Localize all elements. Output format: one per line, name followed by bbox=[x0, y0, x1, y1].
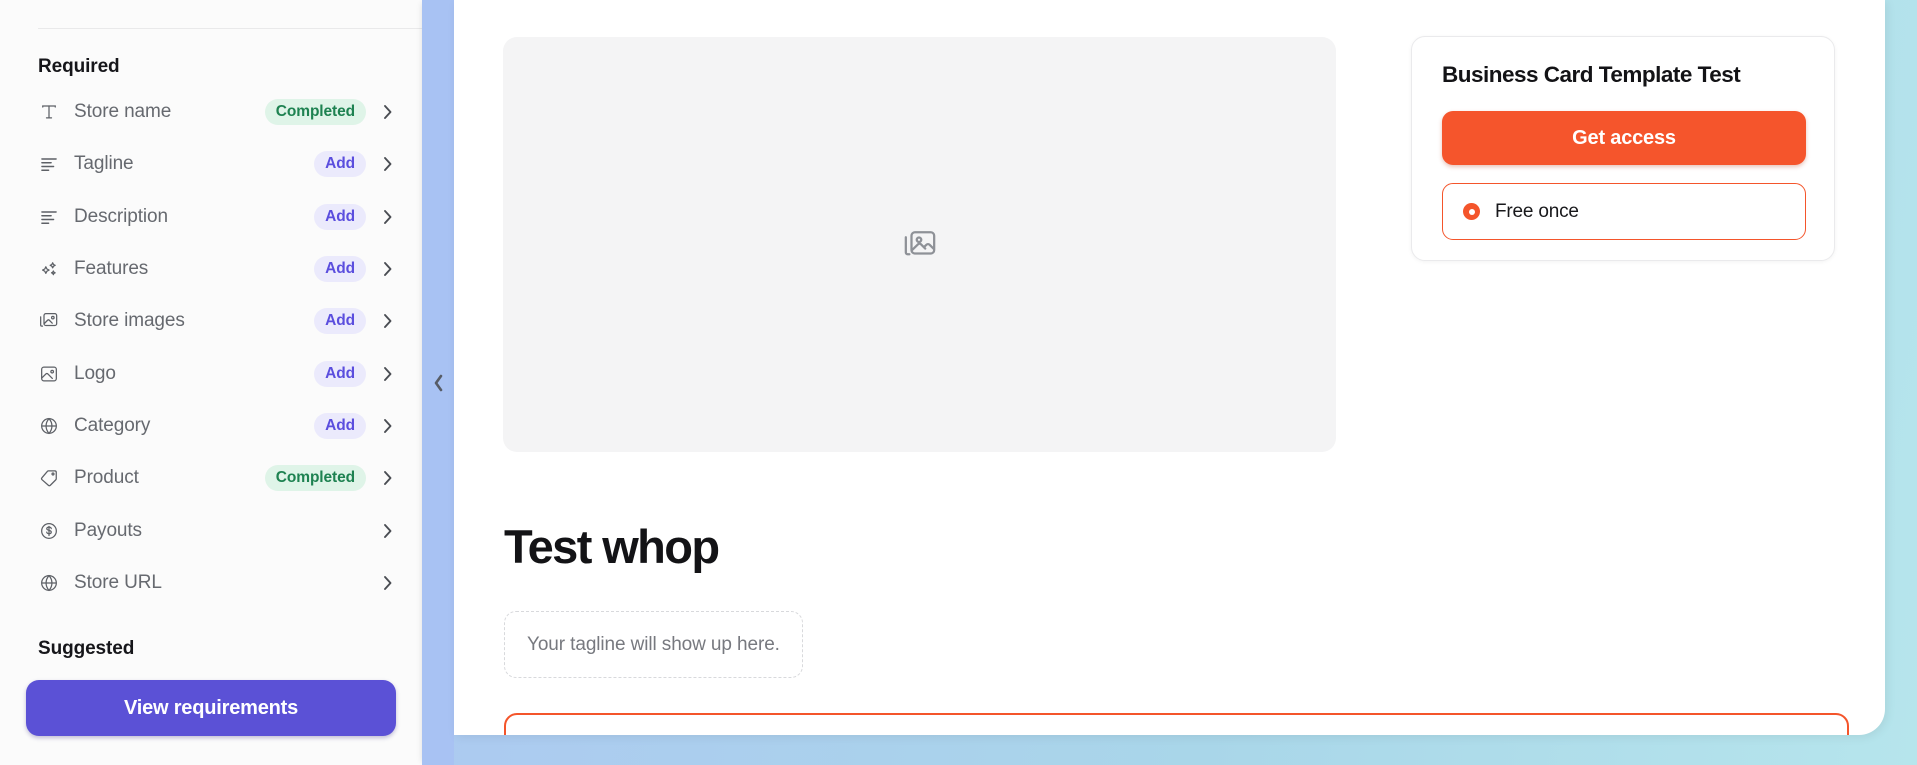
requirements-list: Store name Completed Tagline Add Description… bbox=[0, 86, 422, 609]
sidebar-item-category[interactable]: Category Add bbox=[0, 400, 422, 452]
sidebar-item-label: Features bbox=[74, 258, 149, 280]
sidebar-item-payouts[interactable]: Payouts bbox=[0, 504, 422, 556]
view-requirements-button[interactable]: View requirements bbox=[26, 680, 396, 736]
stacked-image-icon bbox=[903, 228, 937, 262]
radio-selected-icon bbox=[1463, 203, 1480, 220]
dollar-circle-icon bbox=[38, 520, 60, 542]
sidebar-item-tagline[interactable]: Tagline Add bbox=[0, 138, 422, 190]
product-card-preview-cutoff[interactable]: Business Card Template Test bbox=[504, 713, 1849, 735]
sidebar-item-label: Store URL bbox=[74, 571, 162, 593]
chevron-right-icon bbox=[380, 521, 394, 541]
store-title: Test whop bbox=[504, 520, 720, 573]
sidebar-item-product[interactable]: Product Completed bbox=[0, 452, 422, 504]
chevron-right-icon bbox=[380, 364, 394, 384]
price-option-label: Free once bbox=[1495, 200, 1579, 222]
chevron-right-icon bbox=[380, 259, 394, 279]
globe-icon bbox=[38, 572, 60, 594]
sidebar-item-store-images[interactable]: Store images Add bbox=[0, 295, 422, 347]
chevron-right-icon bbox=[380, 154, 394, 174]
chevron-right-icon bbox=[380, 102, 394, 122]
tag-icon bbox=[38, 467, 60, 489]
sidebar-item-label: Product bbox=[74, 467, 139, 489]
tagline-placeholder-box[interactable]: Your tagline will show up here. bbox=[504, 611, 803, 678]
sidebar-item-label: Description bbox=[74, 205, 168, 227]
sidebar-item-label: Payouts bbox=[74, 519, 142, 541]
chevron-left-icon bbox=[432, 371, 445, 395]
sidebar-item-store-name[interactable]: Store name Completed bbox=[0, 86, 422, 138]
status-badge: Completed bbox=[264, 99, 366, 126]
sidebar-item-logo[interactable]: Logo Add bbox=[0, 347, 422, 399]
sidebar: Required Store name Completed Tagline Add De… bbox=[0, 0, 422, 765]
sidebar-item-store-url[interactable]: Store URL bbox=[0, 557, 422, 609]
sidebar-item-features[interactable]: Features Add bbox=[0, 243, 422, 295]
image-icon bbox=[38, 363, 60, 385]
status-badge: Add bbox=[314, 151, 366, 178]
sidebar-divider bbox=[38, 28, 422, 29]
sidebar-section-required-heading: Required bbox=[38, 56, 120, 77]
sidebar-section-suggested-heading: Suggested bbox=[38, 638, 135, 659]
chevron-right-icon bbox=[380, 416, 394, 436]
stacked-image-icon bbox=[38, 310, 60, 332]
sidebar-item-description[interactable]: Description Add bbox=[0, 191, 422, 243]
product-card: Business Card Template Test Get access F… bbox=[1411, 36, 1835, 261]
globe-icon bbox=[38, 415, 60, 437]
status-badge: Add bbox=[314, 412, 366, 439]
sidebar-item-label: Category bbox=[74, 414, 151, 436]
status-badge: Add bbox=[314, 360, 366, 387]
status-badge: Add bbox=[314, 203, 366, 230]
align-left-icon bbox=[38, 206, 60, 228]
sidebar-item-label: Tagline bbox=[74, 153, 134, 175]
sidebar-item-label: Store name bbox=[74, 101, 172, 123]
align-left-icon bbox=[38, 153, 60, 175]
chevron-right-icon bbox=[380, 311, 394, 331]
chevron-right-icon bbox=[380, 573, 394, 593]
sparkles-icon bbox=[38, 258, 60, 280]
status-badge: Add bbox=[314, 256, 366, 283]
tagline-placeholder-text: Your tagline will show up here. bbox=[527, 633, 780, 655]
sidebar-item-label: Logo bbox=[74, 362, 116, 384]
price-option-free-once[interactable]: Free once bbox=[1442, 183, 1806, 240]
get-access-button[interactable]: Get access bbox=[1442, 111, 1806, 165]
sidebar-collapse-handle[interactable] bbox=[422, 0, 454, 765]
app-root: Required Store name Completed Tagline Add De… bbox=[0, 0, 1917, 765]
product-card-title: Business Card Template Test bbox=[1442, 62, 1741, 87]
status-badge: Completed bbox=[264, 465, 366, 492]
chevron-right-icon bbox=[380, 468, 394, 488]
store-image-placeholder[interactable] bbox=[503, 37, 1336, 452]
text-icon bbox=[38, 101, 60, 123]
chevron-right-icon bbox=[380, 207, 394, 227]
sidebar-item-label: Store images bbox=[74, 310, 185, 332]
product-card-preview-title: Business Card Template Test bbox=[528, 733, 797, 735]
status-badge: Add bbox=[314, 308, 366, 335]
